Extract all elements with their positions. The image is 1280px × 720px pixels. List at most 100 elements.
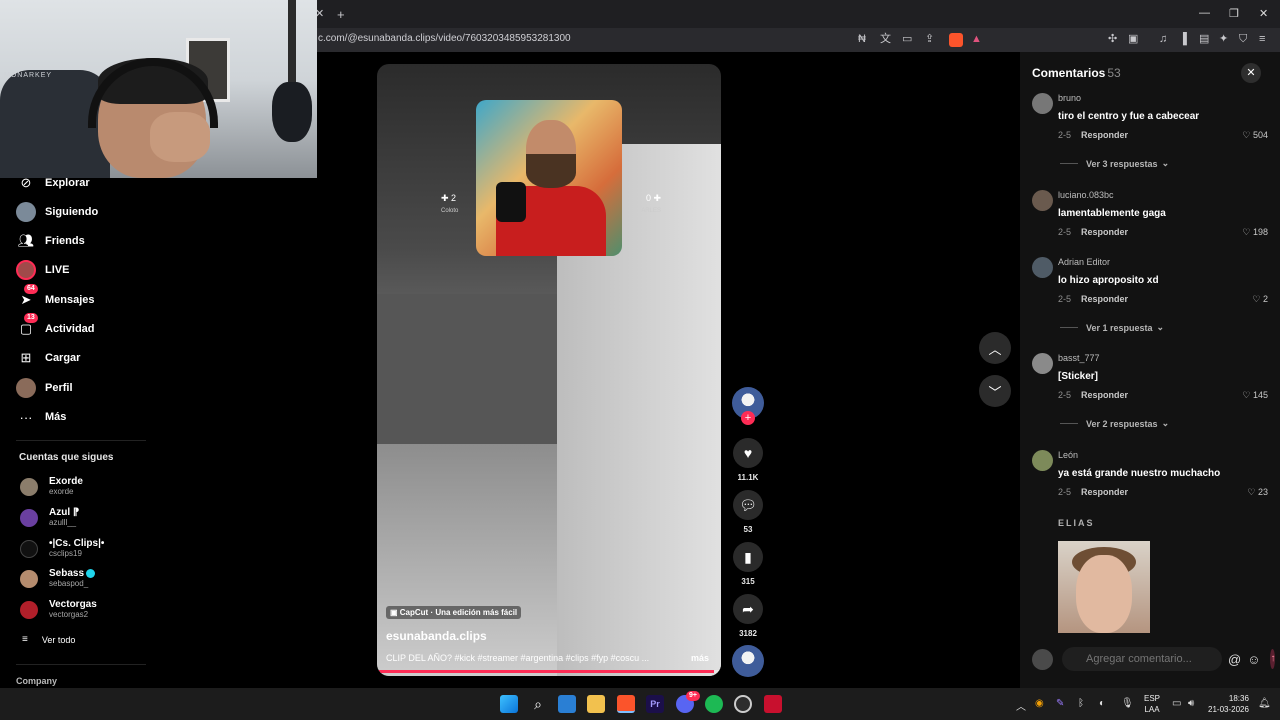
wallet-icon[interactable]: ▤ — [1199, 34, 1209, 45]
view-replies-button[interactable]: Ver 1 respuesta ⌄ — [1060, 322, 1164, 333]
taskbar-clock[interactable]: 18:36 21-03-2026 — [1208, 693, 1249, 715]
tray-app-icon[interactable]: ◉ — [1035, 698, 1044, 709]
minimize-window-button[interactable]: — — [1199, 7, 1210, 19]
maximize-window-button[interactable]: ❐ — [1229, 7, 1239, 20]
brave-browser-icon[interactable] — [617, 695, 635, 713]
menu-icon[interactable]: ≡ — [1259, 34, 1265, 45]
brave-rewards-icon[interactable]: ▲ — [971, 34, 982, 45]
avatar[interactable] — [1032, 353, 1053, 374]
share-icon[interactable]: ⇪ — [925, 34, 934, 45]
notifications-icon[interactable]: 🔔︎ — [1258, 698, 1271, 709]
premiere-pro-icon[interactable]: Pr — [646, 695, 664, 713]
comment-like-button[interactable]: ♡ 145 — [1242, 390, 1268, 401]
comment-like-button[interactable]: ♡ 23 — [1247, 487, 1268, 498]
share-button[interactable]: ➦ 3182 — [732, 594, 764, 638]
sidebar-item-live[interactable]: LIVE — [16, 259, 69, 281]
view-replies-button[interactable]: Ver 3 respuestas ⌄ — [1060, 158, 1169, 169]
sidebar-item-cargar[interactable]: ⊞ Cargar — [16, 347, 81, 369]
following-account-sebass[interactable]: Sebass sebaspod_ — [20, 568, 96, 589]
cast-icon[interactable]: ▭ — [902, 34, 912, 45]
search-icon[interactable]: ⌕ — [529, 695, 547, 713]
obs-icon[interactable] — [734, 695, 752, 713]
close-comments-button[interactable]: ✕ — [1241, 63, 1261, 83]
tray-bluetooth-icon[interactable]: ᛒ — [1078, 698, 1084, 709]
app-icon[interactable] — [764, 695, 782, 713]
comment-username[interactable]: Adrian Editor — [1058, 257, 1110, 267]
comment-like-button[interactable]: ♡ 504 — [1242, 130, 1268, 141]
next-video-button[interactable]: ﹀ — [979, 375, 1011, 407]
comment-username[interactable]: basst_777 — [1058, 353, 1100, 363]
reply-button[interactable]: Responder — [1081, 294, 1128, 304]
previous-video-button[interactable]: ︿ — [979, 332, 1011, 364]
extensions-icon[interactable]: ✣ — [1108, 34, 1117, 45]
comment-like-button[interactable]: ♡ 2 — [1252, 294, 1268, 305]
volume-icon[interactable]: 🔊︎ — [1188, 698, 1194, 709]
reply-button[interactable]: Responder — [1081, 390, 1128, 400]
input-language-indicator[interactable]: ESP LAA — [1144, 693, 1160, 715]
tray-steam-icon[interactable]: ◐ — [1099, 698, 1105, 709]
comment-button[interactable]: 💬︎ 53 — [732, 490, 764, 534]
windows-start-icon[interactable] — [500, 695, 518, 713]
comment-username[interactable]: luciano.083bc — [1058, 190, 1114, 200]
company-link[interactable]: Company — [16, 676, 57, 686]
save-button[interactable]: ▮ 315 — [732, 542, 764, 586]
video-author-username[interactable]: esunabanda.clips — [386, 629, 487, 643]
see-all-link[interactable]: ≡ Ver todo — [22, 634, 75, 645]
following-account-vectorgas[interactable]: Vectorgas vectorgas2 — [20, 599, 97, 620]
tray-mic-icon[interactable]: 🎙︎ — [1121, 698, 1134, 709]
avatar[interactable] — [1032, 257, 1053, 278]
vpn-icon[interactable]: ⛉ — [1239, 34, 1247, 45]
comment-username[interactable]: bruno — [1058, 93, 1081, 103]
music-icon[interactable]: ♫ — [1159, 34, 1167, 45]
music-disc-button[interactable] — [732, 645, 764, 677]
tray-pen-icon[interactable]: ✎ — [1056, 698, 1064, 709]
more-icon: ··· — [19, 409, 33, 425]
emoji-icon[interactable]: ☺ — [1247, 652, 1260, 667]
following-account-azul[interactable]: Azul ⁋ azulll__ — [20, 507, 79, 528]
following-account-csclips[interactable]: •|Cs. Clips|• csclips19 — [20, 538, 104, 559]
avatar[interactable] — [1032, 190, 1053, 211]
comment-like-button[interactable]: ♡ 198 — [1242, 227, 1268, 238]
mention-icon[interactable]: @ — [1228, 652, 1241, 667]
video-player[interactable]: ✚ 2 Coloto 0 ✚ ARLES ▣ CapCut · Una edició… — [377, 64, 721, 676]
reply-button[interactable]: Responder — [1081, 487, 1128, 497]
send-comment-button[interactable]: ↑ — [1270, 649, 1276, 669]
like-button[interactable]: ♥ 11.1K — [732, 438, 764, 482]
new-tab-plus-icon[interactable]: + — [337, 8, 345, 21]
reply-button[interactable]: Responder — [1081, 130, 1128, 140]
creator-avatar-button[interactable]: + — [732, 387, 764, 425]
comment-input[interactable] — [1062, 647, 1222, 671]
avatar[interactable] — [1032, 450, 1053, 471]
following-account-exorde[interactable]: Exorde exorde — [20, 476, 83, 497]
discord-icon[interactable]: 9+ — [676, 691, 700, 713]
url-text[interactable]: c.com/@esunabanda.clips/video/7603203485… — [318, 33, 571, 44]
spotify-icon[interactable] — [705, 695, 723, 713]
sidebar-item-explorar[interactable]: ⊘ Explorar — [16, 172, 90, 194]
view-replies-button[interactable]: Ver 2 respuestas ⌄ — [1060, 418, 1169, 429]
reply-button[interactable]: Responder — [1081, 227, 1128, 237]
comment-username[interactable]: León — [1058, 450, 1078, 460]
follow-plus-icon[interactable]: + — [741, 411, 755, 425]
avatar[interactable] — [1032, 93, 1053, 114]
sidebar-toggle-icon[interactable]: ▐ — [1179, 34, 1187, 45]
no-translate-icon[interactable]: ₦ — [858, 34, 866, 45]
close-window-button[interactable]: ✕ — [1259, 7, 1268, 20]
brave-shields-icon[interactable] — [949, 33, 963, 50]
capcut-link[interactable]: ▣ CapCut · Una edición más fácil — [386, 606, 522, 619]
file-explorer-icon[interactable] — [587, 695, 605, 713]
sidebar-item-actividad[interactable]: ▢ 13 Actividad — [16, 313, 95, 340]
sidebar-item-friends[interactable]: 👥︎ Friends — [16, 230, 85, 252]
description-more-button[interactable]: más — [691, 653, 709, 663]
tray-overflow-icon[interactable]: ︿ — [1016, 698, 1026, 713]
sidebar-item-mas[interactable]: ··· Más — [16, 406, 67, 428]
sidebar-item-mensajes[interactable]: ➤ 64 Mensajes — [16, 284, 95, 311]
leo-ai-icon[interactable]: ✦ — [1219, 34, 1228, 45]
translate-icon[interactable]: 文 — [880, 34, 891, 45]
video-progress-bar[interactable] — [377, 670, 721, 673]
network-icon[interactable]: ▭ — [1172, 698, 1181, 709]
sidebar-item-siguiendo[interactable]: Siguiendo — [16, 201, 98, 223]
heart-outline-icon: ♡ — [1242, 130, 1251, 140]
screenshot-icon[interactable]: ▣ — [1128, 34, 1138, 45]
sidebar-item-perfil[interactable]: Perfil — [16, 377, 73, 399]
photos-app-icon[interactable] — [558, 695, 576, 713]
